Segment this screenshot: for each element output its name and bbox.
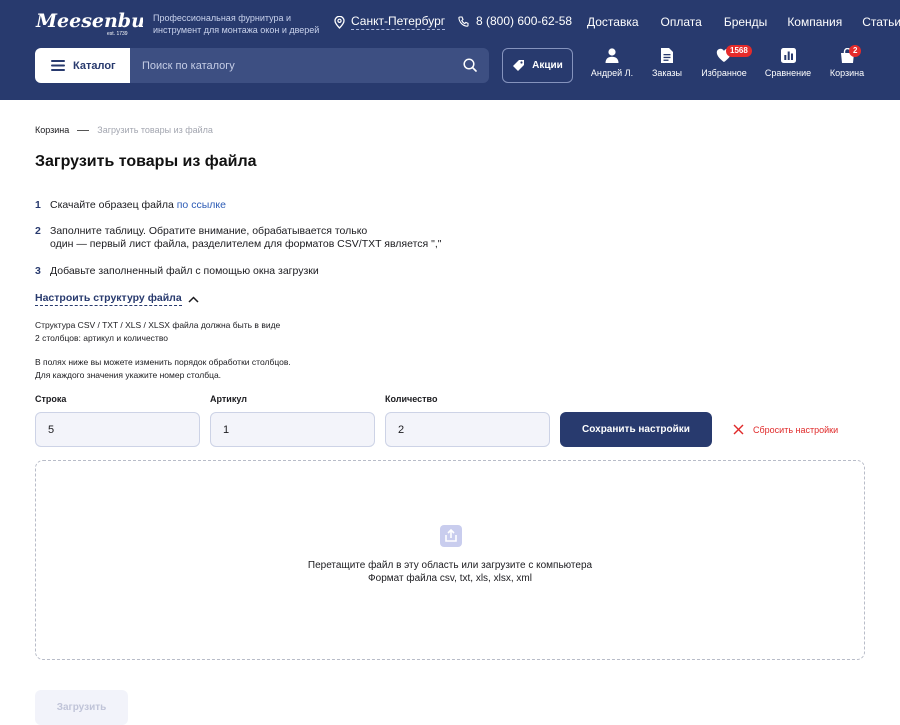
dropzone-instruction: Перетащите файл в эту область или загруз… xyxy=(307,560,593,571)
step-3-text: Добавьте заполненный файл с помощью окна… xyxy=(50,265,319,277)
nav-payment[interactable]: Оплата xyxy=(661,15,702,29)
structure-settings-toggle[interactable]: Настроить структуру файла xyxy=(35,292,199,306)
header-tagline: Профессиональная фурнитура и инструмент … xyxy=(153,13,320,35)
structure-note-line-1: Структура CSV / TXT / XLS / XLSX файла д… xyxy=(35,320,281,330)
row-field[interactable] xyxy=(35,412,200,447)
step-number: 3 xyxy=(35,265,41,277)
svg-text:Meesenburg: Meesenburg xyxy=(35,10,143,32)
nav-delivery[interactable]: Доставка xyxy=(587,15,639,29)
compare-button[interactable]: Сравнение xyxy=(764,48,812,78)
document-icon xyxy=(661,48,673,63)
article-field-label: Артикул xyxy=(210,394,247,404)
catalog-label: Каталог xyxy=(73,59,116,72)
meesenburg-logo[interactable]: Meesenburg est. 1739 xyxy=(35,7,143,37)
column-order-note-line-2: Для каждого значения укажите номер столб… xyxy=(35,369,222,380)
catalog-button[interactable]: Каталог xyxy=(35,48,130,83)
sample-file-link[interactable]: по ссылке xyxy=(177,199,226,211)
favorites-label: Избранное xyxy=(701,68,747,78)
nav-brands[interactable]: Бренды xyxy=(724,15,767,29)
city-name: Санкт-Петербург xyxy=(351,14,446,30)
step-1-text: Скачайте образец файла xyxy=(50,199,177,211)
step-text: Скачайте образец файла по ссылке xyxy=(50,199,226,212)
user-name: Андрей Л. xyxy=(590,68,634,78)
favorites-count-badge: 1568 xyxy=(726,45,752,57)
phone-icon xyxy=(458,15,469,27)
page-title: Загрузить товары из файла xyxy=(35,153,257,170)
step-number: 1 xyxy=(35,199,41,211)
breadcrumb-separator xyxy=(77,129,90,131)
reset-settings-link[interactable]: Сбросить настройки xyxy=(733,424,838,435)
phone-number: 8 (800) 600-62-58 xyxy=(476,14,573,28)
cart-count-badge: 2 xyxy=(849,45,862,57)
cart-button[interactable]: Корзина 2 xyxy=(828,45,866,78)
nav-articles[interactable]: Статьи xyxy=(862,15,900,29)
promo-label: Акции xyxy=(532,60,563,71)
user-icon xyxy=(605,48,619,63)
close-icon xyxy=(733,424,744,435)
step-2-line-1: Заполните таблицу. Обратите внимание, об… xyxy=(50,225,368,237)
site-header: Meesenburg est. 1739 Профессиональная фу… xyxy=(0,0,900,100)
file-dropzone[interactable]: Перетащите файл в эту область или загруз… xyxy=(35,460,865,660)
column-order-note: В полях ниже вы можете изменить порядок … xyxy=(35,356,291,381)
search-icon[interactable] xyxy=(463,58,477,72)
structure-note-line-2: 2 столбцов: артикул и количество xyxy=(35,332,168,343)
breadcrumb-cart-link[interactable]: Корзина xyxy=(35,125,69,135)
dropzone-formats: Формат файла csv, txt, xls, xlsx, xml xyxy=(368,573,532,584)
tag-icon xyxy=(513,60,525,71)
step-3: 3 Добавьте заполненный файл с помощью ок… xyxy=(35,265,319,278)
svg-text:est. 1739: est. 1739 xyxy=(107,31,128,37)
cart-label: Корзина xyxy=(829,68,865,78)
phone-link[interactable]: 8 (800) 600-62-58 xyxy=(458,14,572,28)
nav-company[interactable]: Компания xyxy=(787,15,842,29)
city-selector[interactable]: Санкт-Петербург xyxy=(334,14,446,30)
row-field-label: Строка xyxy=(35,394,67,404)
breadcrumb: Корзина Загрузить товары из файла xyxy=(35,125,213,135)
orders-button[interactable]: Заказы xyxy=(650,48,684,78)
save-settings-button[interactable]: Сохранить настройки xyxy=(560,412,712,447)
upload-button[interactable]: Загрузить xyxy=(35,690,128,725)
hamburger-icon xyxy=(51,60,65,71)
top-nav: Доставка Оплата Бренды Компания Статьи xyxy=(587,15,900,29)
step-text: Заполните таблицу. Обратите внимание, об… xyxy=(50,225,442,251)
structure-note: Структура CSV / TXT / XLS / XLSX файла д… xyxy=(35,319,280,344)
reset-settings-label: Сбросить настройки xyxy=(753,424,839,435)
compare-label: Сравнение xyxy=(764,68,812,78)
structure-toggle-label: Настроить структуру файла xyxy=(35,292,182,306)
favorites-button[interactable]: Избранное 1568 xyxy=(700,45,752,78)
step-2: 2 Заполните таблицу. Обратите внимание, … xyxy=(35,225,442,251)
chevron-up-icon xyxy=(188,295,199,303)
orders-label: Заказы xyxy=(651,68,683,78)
quantity-field[interactable] xyxy=(385,412,550,447)
column-order-note-line-1: В полях ниже вы можете изменить порядок … xyxy=(35,357,291,367)
promo-button[interactable]: Акции xyxy=(502,48,573,83)
quantity-field-label: Количество xyxy=(385,394,438,404)
step-number: 2 xyxy=(35,225,41,237)
account-button[interactable]: Андрей Л. xyxy=(590,48,634,78)
location-pin-icon xyxy=(334,15,345,29)
step-2-line-2: один — первый лист файла, разделителем д… xyxy=(50,238,442,250)
article-field[interactable] xyxy=(210,412,375,447)
step-1: 1 Скачайте образец файла по ссылке xyxy=(35,199,226,212)
chart-bars-icon xyxy=(780,48,796,63)
breadcrumb-current: Загрузить товары из файла xyxy=(97,125,213,135)
search-input[interactable] xyxy=(130,48,450,83)
upload-icon xyxy=(440,525,462,547)
search-bar xyxy=(130,48,489,83)
